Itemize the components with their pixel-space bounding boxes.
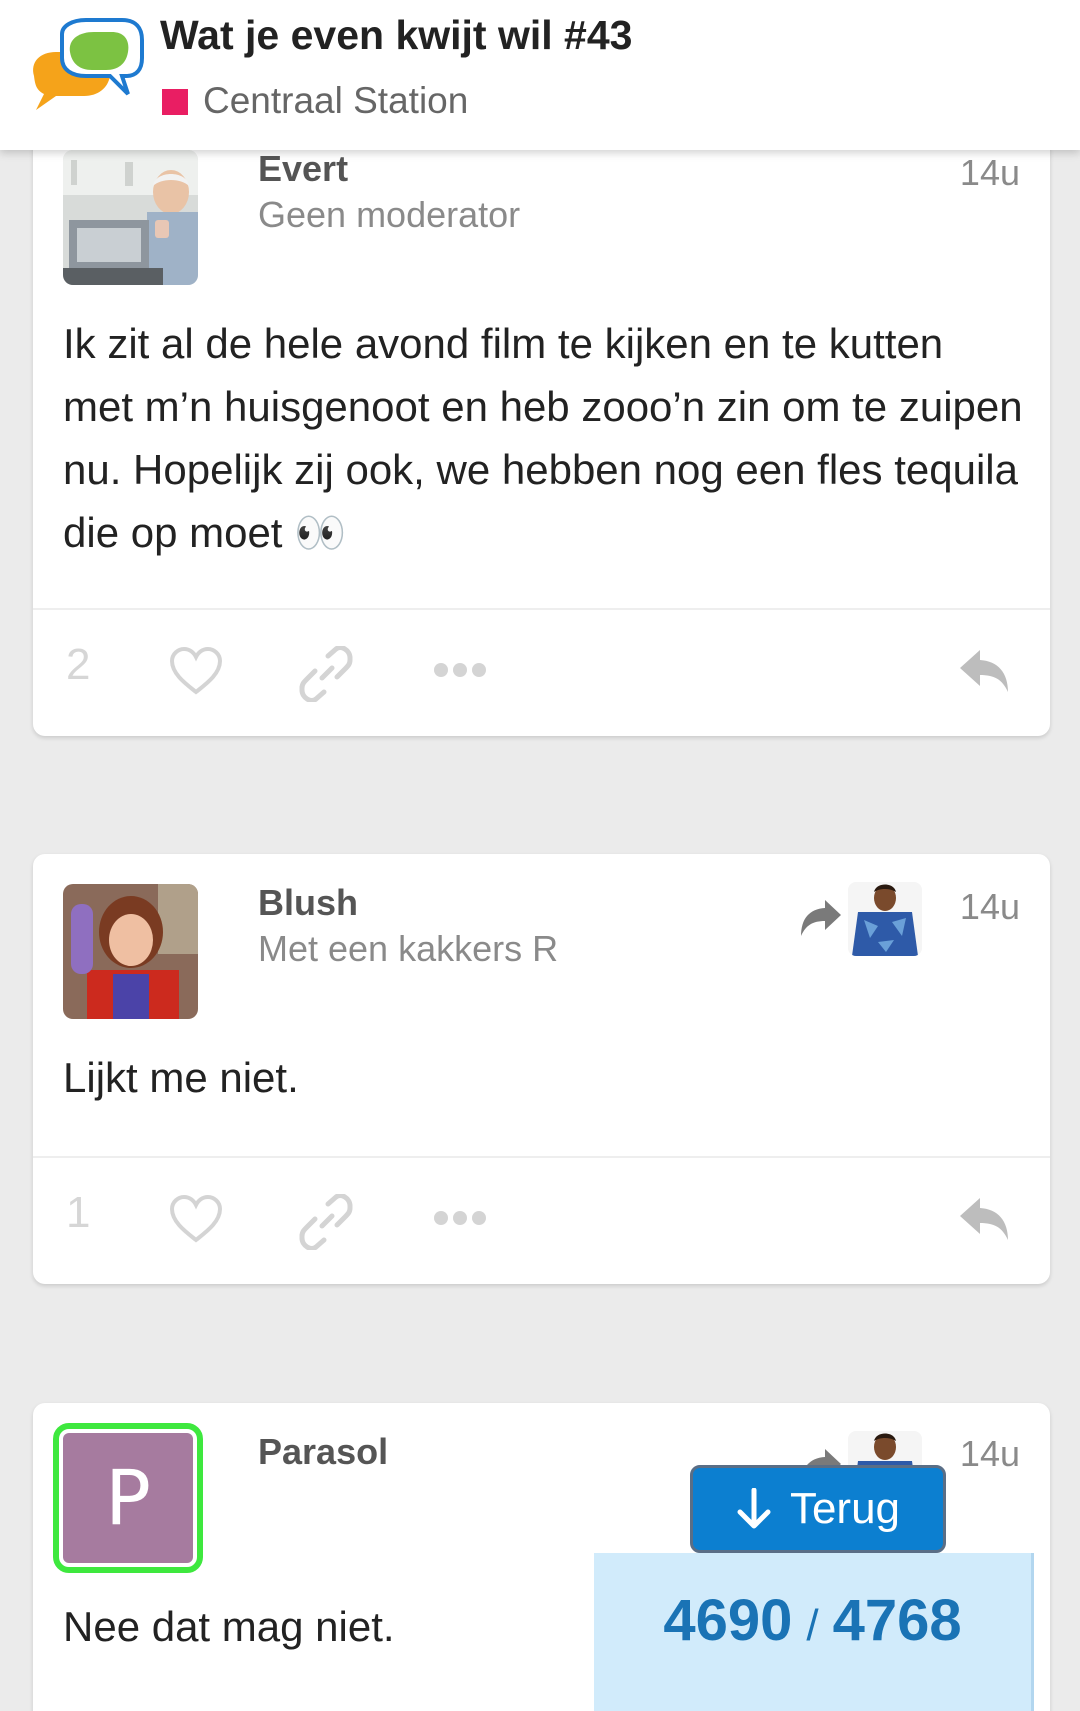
reply-to-arrow-icon[interactable] [799,898,843,938]
forum-logo-icon[interactable] [26,18,144,118]
topic-title[interactable]: Wat je even kwijt wil #43 [160,12,632,59]
post-card: Evert Geen moderator 14u Ik zit al de he… [33,100,1050,736]
reply-icon[interactable] [958,648,1012,694]
post-time[interactable]: 14u [960,152,1020,194]
post-username[interactable]: Parasol [258,1431,388,1473]
category-label[interactable]: Centraal Station [203,80,468,122]
back-button-label: Terug [789,1484,901,1533]
user-avatar[interactable]: P [53,1423,203,1573]
category-color-badge [162,89,188,115]
topic-page: Wat je even kwijt wil #43 Centraal Stati… [0,0,1080,1711]
link-icon[interactable] [298,1194,354,1250]
progress-total: 4768 [832,1588,962,1653]
arrow-down-icon [737,1488,771,1529]
back-button[interactable]: Terug [690,1465,946,1553]
post-user-title: Geen moderator [258,194,521,235]
reply-to-avatar[interactable] [848,882,922,956]
user-avatar[interactable] [63,884,198,1019]
more-icon[interactable] [433,1208,487,1228]
post-body: Ik zit al de hele avond film te kijken e… [63,320,1023,556]
avatar-letter: P [63,1433,193,1563]
progress-separator: / [806,1601,819,1650]
like-count[interactable]: 2 [66,640,90,690]
heart-icon[interactable] [168,646,224,696]
progress-current: 4690 [663,1588,793,1653]
post-actions: 2 [33,610,1050,730]
topic-header: Wat je even kwijt wil #43 Centraal Stati… [0,0,1080,150]
post-time[interactable]: 14u [960,1433,1020,1475]
reply-icon[interactable] [958,1196,1012,1242]
link-icon[interactable] [298,646,354,702]
user-avatar[interactable] [63,150,198,285]
post-card: Blush Met een kakkers R 14u Lijkt me nie… [33,854,1050,1284]
like-count[interactable]: 1 [66,1188,90,1238]
topic-progress[interactable]: 4690 / 4768 [594,1553,1034,1711]
post-time[interactable]: 14u [960,886,1020,928]
post-actions: 1 [33,1158,1050,1278]
post-user-title: Met een kakkers R [258,928,559,969]
heart-icon[interactable] [168,1194,224,1244]
post-username[interactable]: Blush [258,882,358,924]
more-icon[interactable] [433,660,487,680]
post-body: Lijkt me niet. [63,1054,299,1101]
post-username[interactable]: Evert [258,148,348,190]
